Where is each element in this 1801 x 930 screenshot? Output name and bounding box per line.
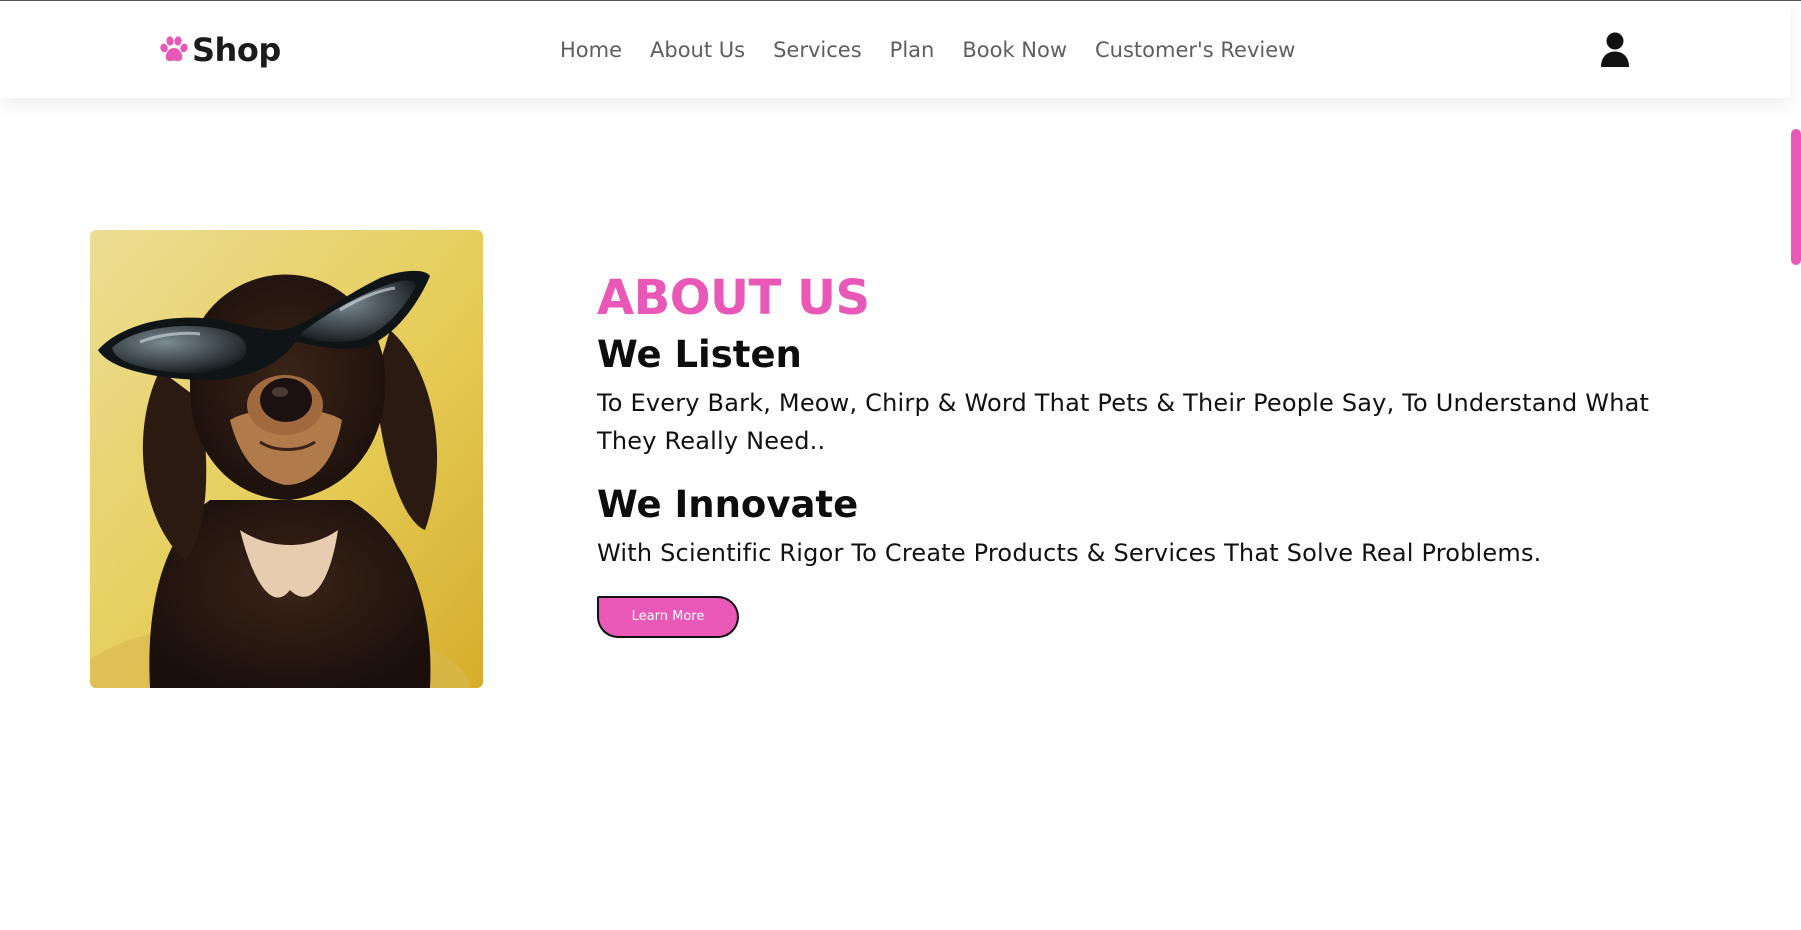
scrollbar-thumb[interactable]	[1791, 129, 1801, 265]
paw-icon	[160, 36, 188, 62]
nav-item-home[interactable]: Home	[560, 38, 622, 62]
nav-item-plan[interactable]: Plan	[890, 38, 935, 62]
main-nav: Home About Us Services Plan Book Now Cus…	[560, 35, 1295, 65]
nav-item-services[interactable]: Services	[773, 38, 862, 62]
brand-logo[interactable]: Shop	[158, 28, 281, 72]
user-icon[interactable]	[1600, 32, 1630, 68]
we-listen-heading: We Listen	[597, 333, 802, 376]
learn-more-button[interactable]: Learn More	[597, 596, 739, 638]
about-section: ABOUT US We Listen To Every Bark, Meow, …	[597, 266, 1707, 638]
we-innovate-text: With Scientific Rigor To Create Products…	[597, 539, 1542, 567]
we-innovate-heading: We Innovate	[597, 483, 859, 526]
nav-item-about-us[interactable]: About Us	[650, 38, 745, 62]
about-title: ABOUT US	[597, 270, 870, 326]
brand-name: Shop	[192, 31, 281, 69]
nav-item-customers-review[interactable]: Customer's Review	[1095, 38, 1295, 62]
nav-item-book-now[interactable]: Book Now	[962, 38, 1067, 62]
dog-with-sunglasses-photo	[90, 230, 483, 688]
about-dog-image	[90, 230, 483, 688]
we-listen-text: To Every Bark, Meow, Chirp & Word That P…	[597, 389, 1650, 455]
navbar: Shop Home About Us Services Plan Book No…	[0, 1, 1790, 98]
